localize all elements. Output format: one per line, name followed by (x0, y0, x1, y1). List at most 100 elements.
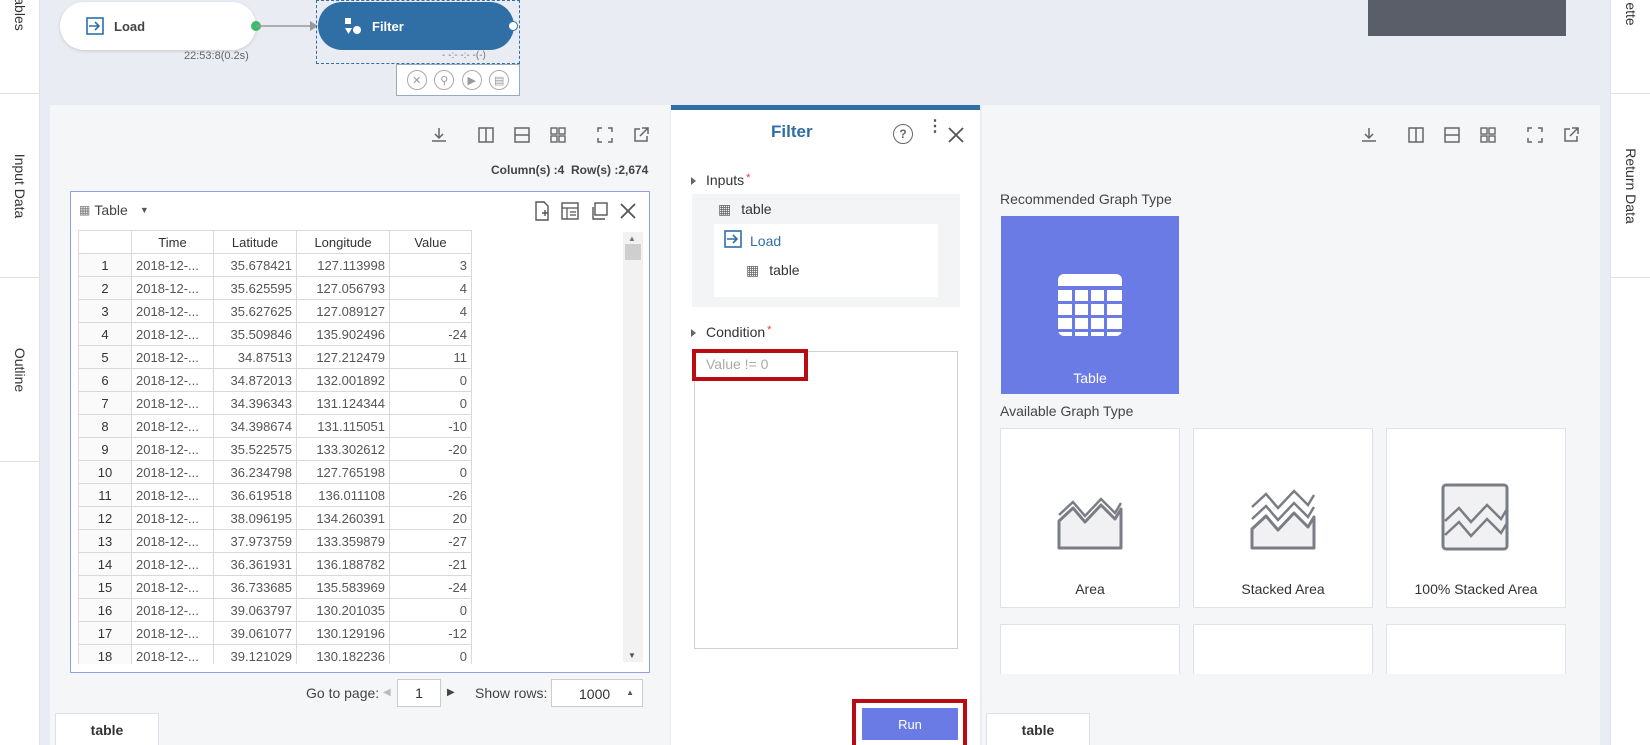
table-cell[interactable]: -21 (389, 552, 472, 576)
table-cell[interactable]: 132.001892 (296, 368, 390, 392)
table-cell[interactable]: 135.583969 (296, 575, 390, 599)
scroll-up-icon[interactable]: ▲ (628, 234, 636, 243)
scroll-down-icon[interactable]: ▼ (628, 651, 636, 660)
header-value[interactable]: Value (389, 230, 472, 254)
table-cell[interactable]: 2018-12-... (131, 506, 214, 530)
table-row[interactable]: 12 2018-12-... 38.096195 134.260391 20 (78, 506, 472, 530)
table-cell[interactable]: 130.129196 (296, 621, 390, 645)
table-cell[interactable]: 34.87513 (213, 345, 297, 369)
table-cell[interactable]: 2018-12-... (131, 621, 214, 645)
header-latitude[interactable]: Latitude (213, 230, 297, 254)
split-vertical-icon[interactable] (475, 124, 497, 146)
tab-table-right[interactable]: table (986, 713, 1090, 745)
split-horizontal-icon[interactable] (511, 124, 533, 146)
graph-card-100-stacked-area[interactable]: 100% Stacked Area (1386, 428, 1566, 608)
table-cell[interactable]: 39.063797 (213, 598, 297, 622)
table-cell[interactable]: -26 (389, 483, 472, 507)
clipboard-icon[interactable]: ▤ (489, 70, 510, 90)
rail-tab-palette[interactable]: ette (1611, 0, 1650, 94)
table-cell[interactable]: 2018-12-... (131, 483, 214, 507)
table-cell[interactable]: 36.234798 (213, 460, 297, 484)
input-table-item[interactable]: ▦ table (718, 201, 772, 218)
table-cell[interactable]: 36.361931 (213, 552, 297, 576)
table-cell[interactable]: 133.302612 (296, 437, 390, 461)
expand-icon[interactable] (1524, 124, 1546, 146)
table-row[interactable]: 4 2018-12-... 35.509846 135.902496 -24 (78, 322, 472, 346)
new-document-icon[interactable] (531, 200, 553, 222)
table-cell[interactable]: 39.121029 (213, 644, 297, 664)
table-cell[interactable]: 127.089127 (296, 299, 390, 323)
input-source-item[interactable]: Load (724, 230, 781, 251)
popout-icon[interactable] (1560, 124, 1582, 146)
table-row[interactable]: 7 2018-12-... 34.396343 131.124344 0 (78, 391, 472, 415)
condition-editor[interactable] (694, 351, 958, 649)
table-cell[interactable]: 2018-12-... (131, 368, 214, 392)
table-cell[interactable]: -24 (389, 322, 472, 346)
download-icon[interactable] (1358, 124, 1380, 146)
table-cell[interactable]: 130.182236 (296, 644, 390, 664)
table-cell[interactable]: 2018-12-... (131, 322, 214, 346)
table-cell[interactable]: -12 (389, 621, 472, 645)
table-cell[interactable]: 0 (389, 368, 472, 392)
table-row[interactable]: 10 2018-12-... 36.234798 127.765198 0 (78, 460, 472, 484)
table-cell[interactable]: 34.398674 (213, 414, 297, 438)
table-cell[interactable]: 35.522575 (213, 437, 297, 461)
table-cell[interactable]: 2018-12-... (131, 414, 214, 438)
column-settings-icon[interactable] (559, 200, 581, 222)
output-port[interactable] (508, 21, 518, 31)
header-time[interactable]: Time (131, 230, 214, 254)
table-cell[interactable]: -10 (389, 414, 472, 438)
table-row[interactable]: 9 2018-12-... 35.522575 133.302612 -20 (78, 437, 472, 461)
table-cell[interactable]: 0 (389, 598, 472, 622)
grid-layout-icon[interactable] (547, 124, 569, 146)
header-longitude[interactable]: Longitude (296, 230, 390, 254)
table-row[interactable]: 16 2018-12-... 39.063797 130.201035 0 (78, 598, 472, 622)
play-icon[interactable]: ▶ (461, 70, 482, 90)
table-row[interactable]: 15 2018-12-... 36.733685 135.583969 -24 (78, 575, 472, 599)
table-row[interactable]: 18 2018-12-... 39.121029 130.182236 0 (78, 644, 472, 664)
table-cell[interactable]: 127.113998 (296, 253, 390, 277)
table-row[interactable]: 8 2018-12-... 34.398674 131.115051 -10 (78, 414, 472, 438)
graph-card[interactable] (1386, 624, 1566, 674)
table-cell[interactable]: 133.359879 (296, 529, 390, 553)
popout-icon[interactable] (630, 124, 652, 146)
table-row[interactable]: 13 2018-12-... 37.973759 133.359879 -27 (78, 529, 472, 553)
table-cell[interactable]: 36.619518 (213, 483, 297, 507)
table-row[interactable]: 3 2018-12-... 35.627625 127.089127 4 (78, 299, 472, 323)
table-row[interactable]: 14 2018-12-... 36.361931 136.188782 -21 (78, 552, 472, 576)
table-cell[interactable]: 2018-12-... (131, 299, 214, 323)
table-cell[interactable]: 2018-12-... (131, 460, 214, 484)
table-cell[interactable]: 2018-12-... (131, 253, 214, 277)
next-page-icon[interactable]: ▶ (447, 687, 455, 698)
table-cell[interactable]: 0 (389, 644, 472, 664)
table-row[interactable]: 1 2018-12-... 35.678421 127.113998 3 (78, 253, 472, 277)
table-cell[interactable]: 127.765198 (296, 460, 390, 484)
split-vertical-icon[interactable] (1405, 124, 1427, 146)
prev-page-icon[interactable]: ◀ (383, 687, 391, 698)
expand-icon[interactable] (594, 124, 616, 146)
graph-card[interactable] (1193, 624, 1373, 674)
table-cell[interactable]: 2018-12-... (131, 598, 214, 622)
table-cell[interactable]: -24 (389, 575, 472, 599)
pipeline-node-filter[interactable]: Filter (318, 2, 514, 50)
condition-section-toggle[interactable]: Condition * (691, 324, 771, 340)
scrollbar[interactable]: ▲ ▼ (623, 232, 643, 662)
inputs-section-toggle[interactable]: Inputs * (691, 172, 750, 188)
table-cell[interactable]: 35.625595 (213, 276, 297, 300)
help-icon[interactable]: ? (893, 124, 913, 144)
table-cell[interactable]: 2018-12-... (131, 644, 214, 664)
table-cell[interactable]: 2018-12-... (131, 575, 214, 599)
table-cell[interactable]: 136.188782 (296, 552, 390, 576)
download-icon[interactable] (428, 124, 450, 146)
delete-icon[interactable]: ✕ (406, 70, 427, 90)
view-selector[interactable]: ▦ Table ▼ (79, 202, 149, 218)
table-cell[interactable]: -20 (389, 437, 472, 461)
close-panel-icon[interactable] (945, 124, 967, 146)
table-cell[interactable]: 134.260391 (296, 506, 390, 530)
table-cell[interactable]: 135.902496 (296, 322, 390, 346)
table-cell[interactable]: 34.396343 (213, 391, 297, 415)
table-scroll-area[interactable]: Time Latitude Longitude Value 1 2018-12-.… (78, 230, 626, 664)
table-cell[interactable]: 20 (389, 506, 472, 530)
rail-tab-input-data[interactable]: Input Data (0, 94, 40, 278)
recommended-graph-card[interactable]: Table (1001, 216, 1179, 394)
